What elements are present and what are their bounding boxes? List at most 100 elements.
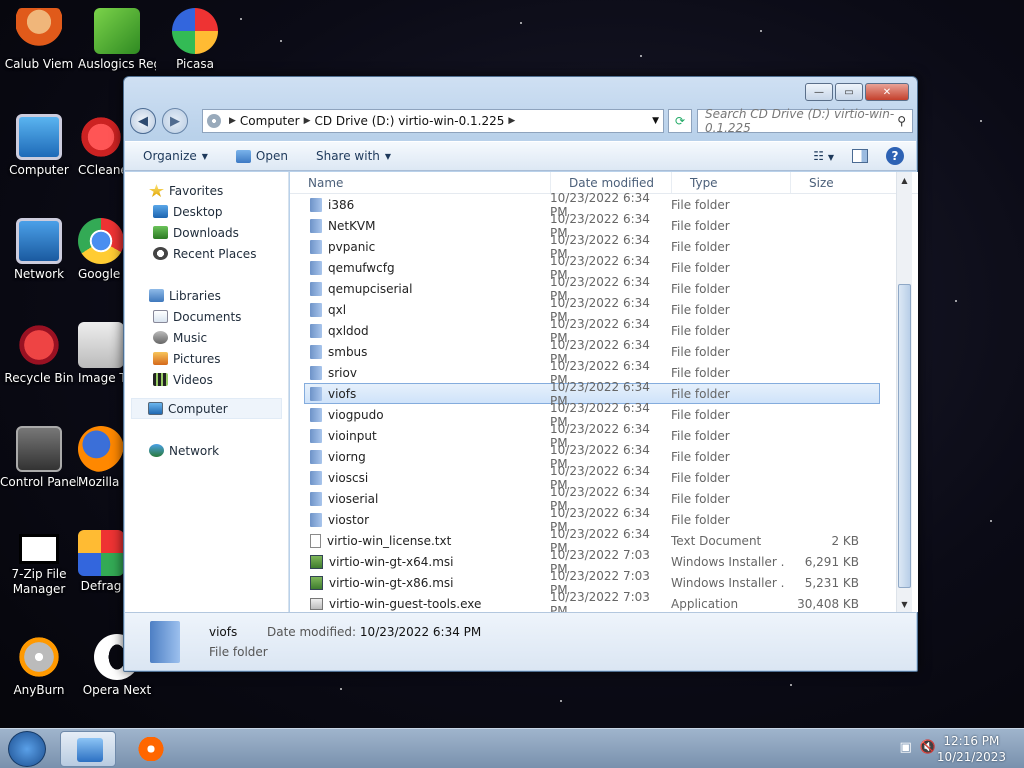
nav-recent-places[interactable]: Recent Places — [125, 243, 288, 264]
desktop-icon-anyburn[interactable]: AnyBurn — [0, 634, 78, 698]
nav-downloads[interactable]: Downloads — [125, 222, 288, 243]
caption-buttons: — ▭ ✕ — [805, 83, 909, 101]
address-bar[interactable]: ▶ Computer ▶ CD Drive (D:) virtio-win-0.… — [202, 109, 664, 133]
chrome-icon — [78, 218, 124, 264]
chevron-down-icon: ▼ — [201, 151, 208, 161]
preview-pane-button[interactable] — [852, 149, 868, 163]
desktop-icon-chrome[interactable]: Google Chrome — [78, 218, 124, 282]
navigation-bar: ◀ ▶ ▶ Computer ▶ CD Drive (D:) virtio-wi… — [130, 107, 913, 135]
breadcrumb-separator-icon: ▶ — [303, 116, 311, 126]
nav-documents[interactable]: Documents — [125, 306, 288, 327]
desktop-icon-7zip[interactable]: 7-Zip File Manager — [0, 534, 78, 597]
desktop-icon-image[interactable]: Image T — [78, 322, 124, 386]
file-type: File folder — [671, 281, 730, 296]
file-name: virtio-win-gt-x64.msi — [329, 554, 454, 569]
file-name-cell: i386 — [290, 197, 550, 212]
view-controls: ☷ ▼ ? — [813, 147, 904, 165]
file-name-cell: viofs — [305, 386, 550, 401]
start-button[interactable] — [8, 731, 46, 767]
taskbar-media-player-button[interactable] — [122, 731, 178, 767]
close-button[interactable]: ✕ — [865, 83, 909, 101]
file-name-cell: qemupciserial — [290, 281, 550, 296]
minimize-button[interactable]: — — [805, 83, 833, 101]
nav-desktop[interactable]: Desktop — [125, 201, 288, 222]
vertical-scrollbar[interactable]: ▲ ▼ — [896, 172, 912, 612]
disc-icon — [16, 634, 62, 680]
desktop-icon-defrag[interactable]: Defrag — [78, 530, 124, 594]
details-date-value: 10/23/2022 6:34 PM — [359, 625, 482, 639]
nav-favorites[interactable]: Favorites — [125, 180, 288, 201]
network-status-icon[interactable]: ▣ — [900, 740, 912, 755]
column-header-size[interactable]: Size — [791, 172, 873, 193]
library-icon — [149, 289, 164, 302]
view-options-button[interactable]: ☷ ▼ — [813, 149, 834, 163]
file-type: Application — [671, 596, 739, 611]
volume-muted-icon[interactable]: 🔇 — [920, 740, 936, 755]
file-name-cell: viorng — [290, 449, 550, 464]
file-name: qemupciserial — [328, 281, 413, 296]
desktop-icon-picasa[interactable]: Picasa — [156, 8, 234, 72]
open-label: Open — [255, 149, 288, 163]
file-row[interactable]: virtio-win-guest-tools.exe 10/23/2022 7:0… — [290, 589, 918, 613]
nav-libraries[interactable]: Libraries — [125, 285, 288, 306]
file-name: qxldod — [328, 323, 369, 338]
file-name: smbus — [328, 344, 368, 359]
firefox-icon — [78, 426, 124, 472]
file-name-cell: pvpanic — [290, 239, 550, 254]
clock[interactable]: 12:16 PM 10/21/2023 — [937, 733, 1006, 765]
explorer-window[interactable]: — ▭ ✕ ◀ ▶ ▶ Computer ▶ CD Drive (D:) vir… — [123, 76, 918, 672]
system-tray: ▣ 🔇 — [900, 740, 936, 755]
file-type: File folder — [671, 386, 730, 401]
file-type: Text Document — [671, 533, 762, 548]
search-input[interactable]: Search CD Drive (D:) virtio-win-0.1.225 — [705, 107, 912, 135]
nav-network[interactable]: Network — [125, 440, 288, 461]
scroll-thumb[interactable] — [898, 284, 911, 588]
user-icon — [16, 8, 62, 54]
7zip-icon — [19, 534, 59, 564]
column-header-type[interactable]: Type — [672, 172, 791, 193]
share-with-button[interactable]: Share with ▼ — [316, 149, 391, 163]
file-type: File folder — [671, 512, 730, 527]
scroll-up-icon[interactable]: ▲ — [897, 172, 912, 188]
folder-icon — [310, 365, 322, 380]
file-name-cell: smbus — [290, 344, 550, 359]
refresh-button[interactable]: ⟳ — [668, 109, 692, 133]
picasa-icon — [172, 8, 218, 54]
share-with-label: Share with — [315, 149, 380, 163]
desktop-icon-network[interactable]: Network — [0, 218, 78, 282]
nav-computer[interactable]: Computer — [131, 398, 282, 419]
desktop-icon-auslogics[interactable]: Auslogics Registry — [78, 8, 156, 72]
desktop-icon-control-panel[interactable]: Control Panel — [0, 426, 78, 490]
back-button[interactable]: ◀ — [130, 108, 156, 134]
file-name: virtio-win-gt-x86.msi — [329, 575, 454, 590]
details-name: viofs — [209, 625, 238, 639]
organize-button[interactable]: Organize ▼ — [143, 149, 208, 163]
file-size: 6,291 KB — [804, 554, 859, 569]
column-header-name[interactable]: Name — [290, 172, 551, 193]
details-date-label: Date modified: — [267, 625, 357, 639]
breadcrumb-separator-icon: ▶ — [229, 116, 236, 126]
file-size: 2 KB — [831, 533, 859, 548]
address-dropdown-icon[interactable]: ▼ — [652, 116, 659, 126]
file-size: 30,408 KB — [797, 596, 859, 611]
taskbar-explorer-button[interactable] — [60, 731, 116, 767]
search-box[interactable]: Search CD Drive (D:) virtio-win-0.1.225 … — [697, 107, 913, 135]
desktop-icon-firefox[interactable]: Mozilla Firefox — [78, 426, 124, 490]
open-button[interactable]: Open — [235, 149, 288, 163]
breadcrumb-computer[interactable]: Computer — [240, 114, 300, 128]
help-button[interactable]: ? — [886, 147, 904, 165]
download-icon — [153, 226, 168, 239]
desktop-icon-ccleaner[interactable]: CCleaner — [78, 114, 124, 178]
desktop-icon-calub-viem[interactable]: Calub Viem — [0, 8, 78, 72]
breadcrumb-cd-drive[interactable]: CD Drive (D:) virtio-win-0.1.225 — [315, 114, 505, 128]
nav-pictures[interactable]: Pictures — [125, 348, 288, 369]
scroll-down-icon[interactable]: ▼ — [897, 596, 912, 612]
file-date: 10/23/2022 7:03 PM — [550, 589, 650, 613]
nav-videos[interactable]: Videos — [125, 369, 288, 390]
nav-music[interactable]: Music — [125, 327, 288, 348]
file-name: viostor — [328, 512, 370, 527]
forward-button[interactable]: ▶ — [162, 108, 188, 134]
desktop-icon-recycle-bin[interactable]: Recycle Bin — [0, 322, 78, 386]
maximize-button[interactable]: ▭ — [835, 83, 863, 101]
desktop-icon-computer[interactable]: Computer — [0, 114, 78, 178]
